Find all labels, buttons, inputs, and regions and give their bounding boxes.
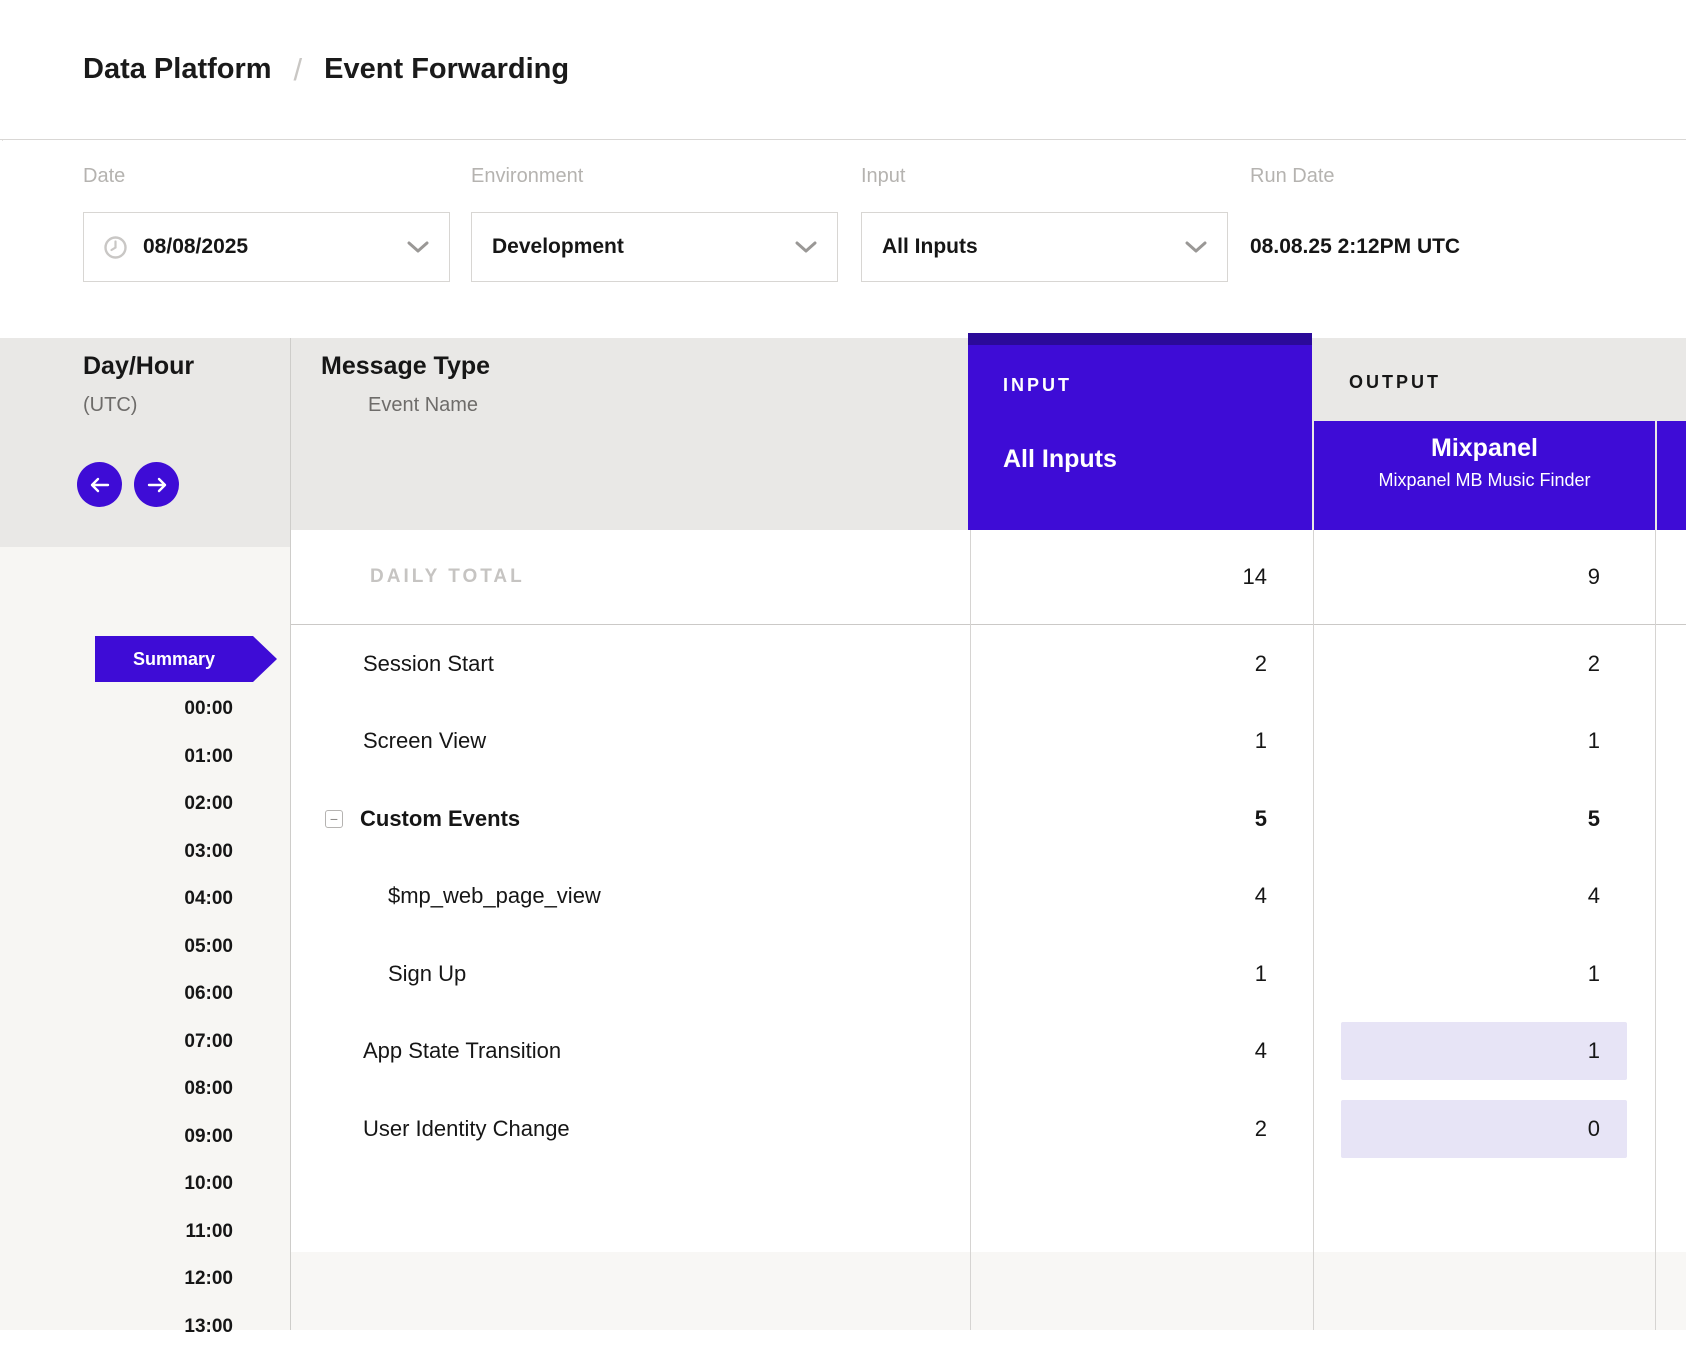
output-count: 1: [1341, 712, 1627, 770]
table-row: User Identity Change 2 0: [290, 1090, 1686, 1168]
table-footer-band: [290, 1252, 1686, 1330]
input-count: 5: [1255, 806, 1267, 832]
input-count: 2: [1255, 1116, 1267, 1142]
breadcrumb-bar: Data Platform / Event Forwarding: [0, 0, 1686, 140]
column-divider: [290, 338, 291, 1330]
daily-total-row: DAILY TOTAL 14 9: [290, 530, 1686, 625]
output-column-name: Mixpanel: [1314, 434, 1655, 463]
hour-item[interactable]: 08:00: [0, 1065, 233, 1113]
input-filter-label: Input: [861, 165, 905, 188]
clock-icon: [104, 236, 127, 259]
output-count: 2: [1341, 635, 1627, 693]
hour-item[interactable]: 12:00: [0, 1255, 233, 1303]
run-date-label: Run Date: [1250, 165, 1335, 188]
chevron-down-icon: [1185, 241, 1207, 254]
input-count: 4: [1255, 883, 1267, 909]
hour-item[interactable]: 04:00: [0, 875, 233, 923]
environment-dropdown[interactable]: Development: [471, 212, 838, 282]
hour-item[interactable]: 05:00: [0, 923, 233, 971]
column-divider: [970, 530, 971, 1330]
hour-item[interactable]: 09:00: [0, 1113, 233, 1161]
summary-label: Summary: [133, 649, 215, 670]
date-value: 08/08/2025: [143, 235, 248, 259]
input-count: 1: [1255, 728, 1267, 754]
run-date-value: 08.08.25 2:12PM UTC: [1250, 212, 1460, 282]
hour-item[interactable]: 06:00: [0, 970, 233, 1018]
collapse-icon[interactable]: −: [325, 810, 343, 828]
input-count: 4: [1255, 1038, 1267, 1064]
environment-value: Development: [492, 235, 624, 259]
table-row: App State Transition 4 1: [290, 1013, 1686, 1091]
page-title: Event Forwarding: [324, 53, 569, 86]
hour-item[interactable]: 00:00: [0, 685, 233, 733]
input-count: 2: [1255, 651, 1267, 677]
day-hour-title: Day/Hour: [83, 352, 194, 381]
previous-day-button[interactable]: [77, 462, 122, 507]
event-rows: Session Start 2 2 Screen View 1 1 − Cust…: [290, 625, 1686, 1252]
output-column-header[interactable]: Mixpanel Mixpanel MB Music Finder: [1314, 421, 1655, 530]
next-day-button[interactable]: [134, 462, 179, 507]
chevron-down-icon: [795, 241, 817, 254]
date-label: Date: [83, 165, 125, 188]
hour-item[interactable]: 07:00: [0, 1018, 233, 1066]
daily-total-label: DAILY TOTAL: [370, 530, 525, 624]
table-row: Sign Up 1 1: [290, 935, 1686, 1013]
environment-label: Environment: [471, 165, 583, 188]
event-name: Sign Up: [388, 961, 466, 987]
hour-item[interactable]: 01:00: [0, 733, 233, 781]
event-name: User Identity Change: [363, 1116, 570, 1142]
message-type-title: Message Type: [321, 352, 490, 381]
filter-bar: Date 08/08/2025 Environment Development …: [0, 141, 1686, 338]
input-filter-value: All Inputs: [882, 235, 978, 259]
input-count: 1: [1255, 961, 1267, 987]
output-count: 1: [1341, 945, 1627, 1003]
output-count-highlighted: 0: [1341, 1100, 1627, 1158]
table-row: − Custom Events 5 5: [290, 780, 1686, 858]
message-type-subtitle: Event Name: [368, 394, 478, 417]
event-name: $mp_web_page_view: [388, 883, 601, 909]
input-column-label: INPUT: [1003, 375, 1072, 396]
output-count: 4: [1341, 867, 1627, 925]
hour-item[interactable]: 13:00: [0, 1303, 233, 1350]
output-section-label: OUTPUT: [1349, 372, 1441, 393]
hour-item[interactable]: 10:00: [0, 1160, 233, 1208]
output-column-subtitle: Mixpanel MB Music Finder: [1314, 470, 1655, 491]
column-divider: [1655, 530, 1656, 1330]
input-dropdown[interactable]: All Inputs: [861, 212, 1228, 282]
column-divider: [1313, 530, 1314, 1330]
hour-item[interactable]: 02:00: [0, 780, 233, 828]
day-hour-subtitle: (UTC): [83, 394, 137, 417]
output-count: 5: [1341, 790, 1627, 848]
hour-item[interactable]: 03:00: [0, 828, 233, 876]
breadcrumb-separator: /: [272, 52, 325, 88]
daily-total-output-value: 9: [1341, 548, 1627, 606]
chevron-down-icon: [407, 241, 429, 254]
hour-list: 00:00 01:00 02:00 03:00 04:00 05:00 06:0…: [0, 685, 233, 1350]
input-column-header[interactable]: INPUT All Inputs: [968, 333, 1312, 530]
date-dropdown[interactable]: 08/08/2025: [83, 212, 450, 282]
table-row: Session Start 2 2: [290, 625, 1686, 703]
daily-total-input-value: 14: [1243, 564, 1267, 590]
event-name: Screen View: [363, 728, 486, 754]
input-column-name: All Inputs: [1003, 445, 1117, 474]
table-row: Screen View 1 1: [290, 703, 1686, 781]
breadcrumb-section[interactable]: Data Platform: [83, 53, 272, 86]
breadcrumb: Data Platform / Event Forwarding: [83, 52, 569, 88]
event-name: Custom Events: [360, 806, 520, 832]
table-row: $mp_web_page_view 4 4: [290, 858, 1686, 936]
event-name: App State Transition: [363, 1038, 561, 1064]
summary-flag-arrow: [253, 636, 277, 682]
event-name: Session Start: [363, 651, 494, 677]
summary-flag[interactable]: Summary: [95, 636, 253, 682]
output-count-highlighted: 1: [1341, 1022, 1627, 1080]
hour-item[interactable]: 11:00: [0, 1208, 233, 1256]
timeline-column: Summary 00:00 01:00 02:00 03:00 04:00 05…: [0, 547, 290, 1330]
next-output-column-partial: [1657, 421, 1686, 530]
